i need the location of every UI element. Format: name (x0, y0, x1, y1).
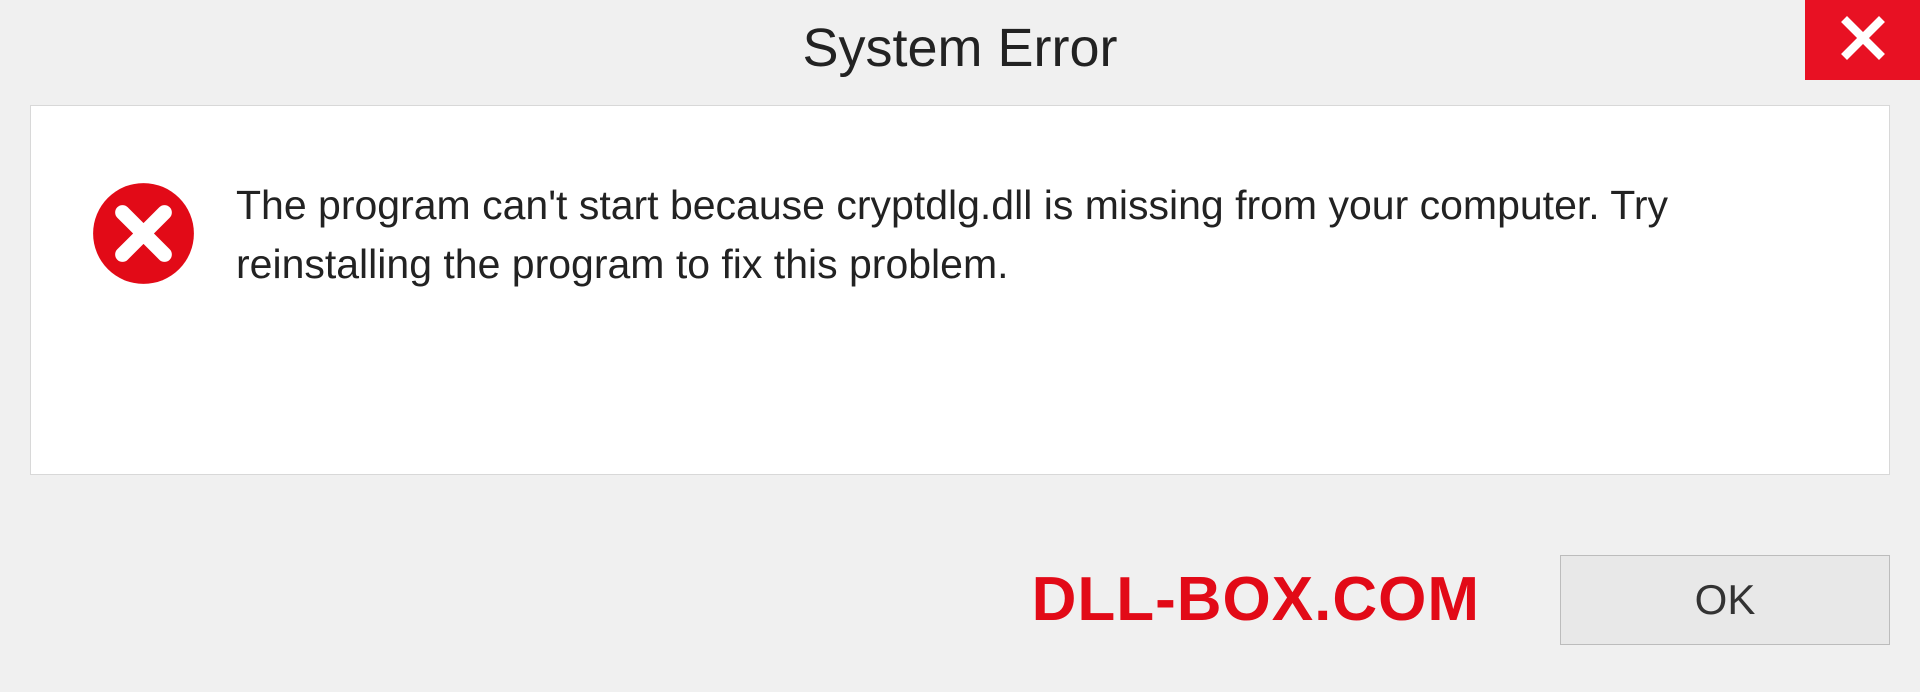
error-icon (91, 181, 196, 286)
dialog-content: The program can't start because cryptdlg… (30, 105, 1890, 475)
dialog-title: System Error (802, 17, 1117, 79)
close-icon (1839, 14, 1887, 67)
ok-button[interactable]: OK (1560, 555, 1890, 645)
close-button[interactable] (1805, 0, 1920, 80)
titlebar: System Error (0, 0, 1920, 95)
watermark-text: DLL-BOX.COM (1032, 564, 1480, 635)
dialog-footer: DLL-BOX.COM OK (30, 537, 1890, 662)
error-message: The program can't start because cryptdlg… (236, 176, 1736, 295)
